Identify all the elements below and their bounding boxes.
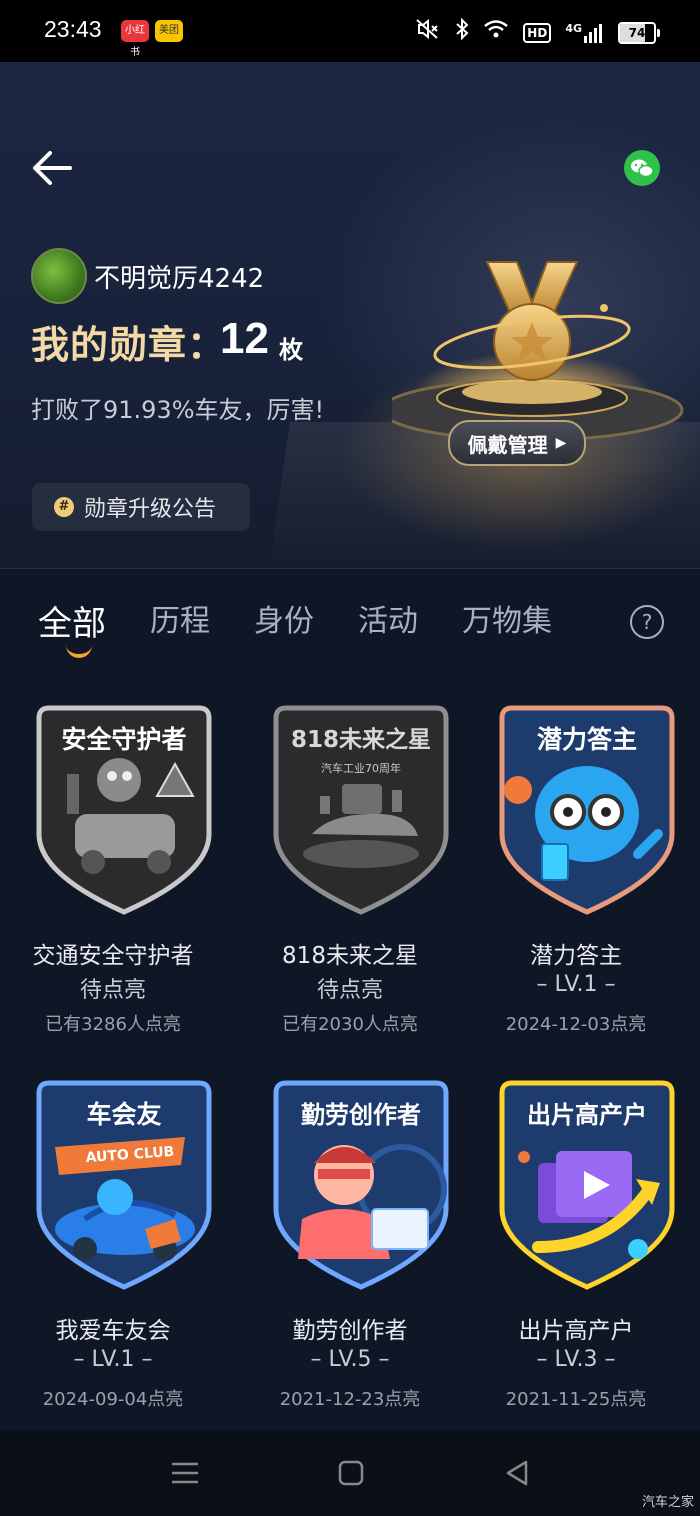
triangle-right-icon: ▶ — [555, 435, 567, 451]
badge-status: 待点亮 — [316, 978, 383, 1003]
system-nav-bar: 汽车之家 — [0, 1430, 700, 1516]
badge-status: – LV.1 – — [73, 1347, 153, 1372]
divider — [0, 568, 700, 569]
medal-unit: 枚 — [279, 336, 303, 364]
badge-potential-answerer[interactable]: 潜力答主 潜力答主 – LV.1 – 2024-12-03点亮 — [463, 704, 689, 1044]
badge-diligent-creator[interactable]: 勤劳创作者 勤劳创作者 – LV.5 – 2021-12-23点亮 — [237, 1079, 463, 1419]
category-tabs: 全部 历程 身份 活动 万物集 — [38, 596, 596, 658]
shield-title: 勤劳创作者 — [301, 1101, 421, 1129]
shield-title: 出片高产户 — [527, 1101, 647, 1129]
badge-name: 潜力答主 — [530, 943, 622, 969]
medal-count: 12 — [220, 314, 269, 363]
status-bar: 23:43 小红书 美团 HD 4G 74 — [0, 0, 700, 62]
help-icon[interactable]: ? — [630, 605, 664, 639]
battery-icon: 74 — [618, 21, 660, 44]
medal-title: 我的勋章： — [31, 323, 227, 367]
shield-title: 818未来之星 — [290, 727, 431, 753]
signal-icon: 4G — [565, 21, 604, 43]
badge-prolific-shooter[interactable]: 出片高产户 出片高产户 – LV.3 – 2021-11-25点亮 — [463, 1079, 689, 1419]
badge-meta: 2021-12-23点亮 — [279, 1389, 421, 1410]
network-type: 4G — [565, 21, 582, 35]
badge-meta: 已有2030人点亮 — [282, 1014, 418, 1035]
tab-all-label: 全部 — [38, 604, 106, 644]
wear-management-button[interactable]: 佩戴管理 ▶ — [448, 420, 586, 466]
username: 不明觉厉4242 — [94, 264, 265, 294]
badge-status: – LV.1 – — [536, 972, 616, 997]
badge-safety-guardian[interactable]: 安全守护者 交通安全守护者 待点亮 已有3286人点亮 — [0, 704, 226, 1044]
watermark: 汽车之家 — [641, 1495, 694, 1510]
badge-name: 818未来之星 — [282, 943, 418, 969]
menu-icon — [172, 1462, 198, 1484]
medal-upgrade-notice[interactable]: # 勋章升级公告 — [32, 483, 250, 531]
badge-818-future-star[interactable]: 818未来之星 汽车工业70周年 818未来之星 待点亮 已有2030人点亮 — [237, 704, 463, 1044]
mute-icon — [415, 18, 441, 47]
badge-status: 待点亮 — [79, 978, 146, 1003]
badge-meta: 2024-12-03点亮 — [505, 1014, 647, 1035]
badge-car-club[interactable]: 车会友 AUTO CLUB 我爱车友会 – LV.1 – 2024-09-04点… — [0, 1079, 226, 1419]
shield-title: 安全守护者 — [61, 725, 187, 754]
home-nav-button[interactable] — [336, 1458, 366, 1488]
battery-level: 74 — [628, 25, 646, 40]
shield-subtitle: 汽车工业70周年 — [321, 762, 401, 775]
beat-ranking-text: 打败了91.93%车友，厉害! — [31, 396, 325, 424]
xiaohongshu-app-icon: 小红书 — [121, 20, 149, 58]
tab-all[interactable]: 全部 — [38, 596, 106, 658]
meituan-app-icon: 美团 — [155, 20, 183, 42]
badge-meta: 2021-11-25点亮 — [505, 1389, 647, 1410]
status-icons: HD 4G 74 — [415, 17, 660, 47]
badge-name: 出片高产户 — [518, 1318, 634, 1344]
notice-label: 勋章升级公告 — [84, 497, 217, 522]
wechat-icon — [631, 159, 654, 178]
badge-name: 我爱车友会 — [55, 1318, 171, 1344]
back-nav-button[interactable] — [502, 1458, 532, 1488]
active-tab-indicator — [66, 644, 92, 658]
tab-history[interactable]: 历程 — [150, 596, 210, 656]
badge-status: – LV.3 – — [536, 1347, 616, 1372]
hd-icon: HD — [523, 22, 552, 43]
wear-management-label: 佩戴管理 — [467, 432, 548, 457]
badge-meta: 已有3286人点亮 — [45, 1014, 181, 1035]
hashtag-icon: # — [54, 497, 74, 517]
badge-status: – LV.5 – — [310, 1347, 390, 1372]
badge-name: 交通安全守护者 — [32, 943, 194, 969]
badge-name: 勤劳创作者 — [292, 1318, 408, 1344]
tab-activity[interactable]: 活动 — [358, 596, 418, 656]
square-home-icon — [338, 1460, 364, 1486]
wifi-icon — [483, 19, 509, 46]
shield-title: 潜力答主 — [536, 725, 637, 754]
triangle-back-icon — [506, 1460, 528, 1486]
badge-meta: 2024-09-04点亮 — [42, 1389, 184, 1410]
tab-identity[interactable]: 身份 — [254, 596, 314, 656]
medal-header: 不明觉厉4242 我的勋章： 12 枚 打败了91.93%车友，厉害! 佩戴管理… — [0, 62, 700, 568]
shield-title: 车会友 — [86, 1100, 162, 1129]
bluetooth-icon — [455, 17, 469, 47]
arrow-left-icon — [33, 151, 72, 185]
menu-nav-button[interactable] — [170, 1458, 200, 1488]
wechat-share-button[interactable] — [624, 150, 660, 186]
avatar[interactable] — [31, 248, 87, 304]
status-time: 23:43 — [44, 16, 102, 42]
tab-collection[interactable]: 万物集 — [462, 596, 552, 656]
back-button[interactable] — [30, 148, 76, 188]
